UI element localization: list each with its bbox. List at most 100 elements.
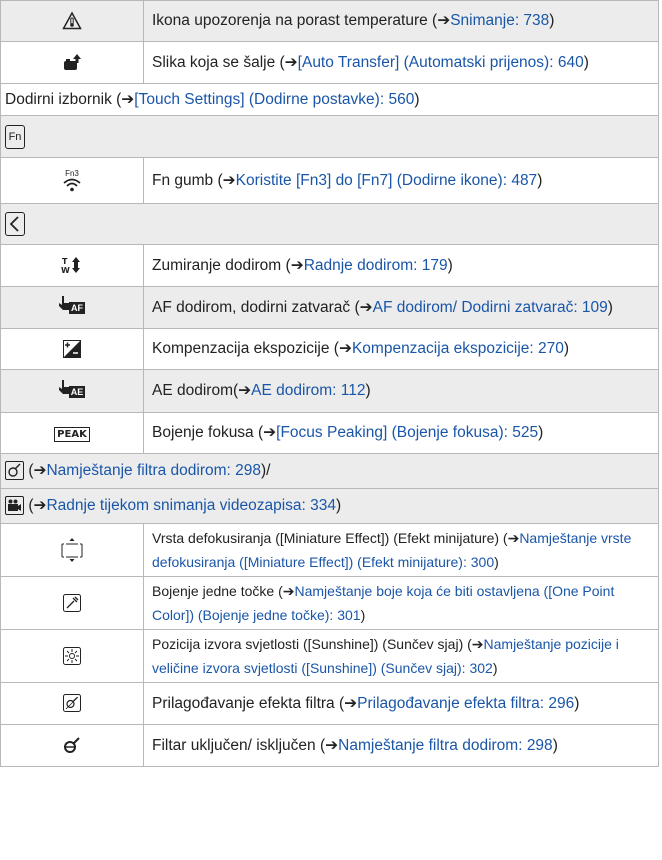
arrow-icon: ➔ [282,583,295,599]
section-text: Dodirni izbornik ( [5,90,122,108]
row-text: Bojenje jedne točke ( [152,583,283,599]
row-text: Kompenzacija ekspozicije ( [152,340,339,357]
description-cell: AE dodirom(➔AE dodirom: 112) [143,369,659,413]
icon-cell: PEAK [0,412,144,454]
row-text: Ikona upozorenja na porast temperature ( [152,12,438,29]
table-row: Kompenzacija ekspozicije (➔Kompenzacija … [0,328,659,370]
row-text-end: ) [537,171,543,189]
icon-cell: Fn3 [0,157,144,204]
page-link[interactable]: Namještanje filtra dodirom: 298 [46,462,261,479]
description-cell: Filtar uključen/ isključen (➔Namještanje… [143,724,659,767]
icon-cell [0,682,144,725]
row-text: Vrsta defokusiranja ([Miniature Effect])… [152,530,508,546]
page-link[interactable]: [Focus Peaking] (Bojenje fokusa): 525 [276,424,538,441]
ae-label: AE [68,385,86,398]
section-text-end: )/ [261,462,271,479]
table-row: Ikona upozorenja na porast temperature (… [0,0,659,42]
arrow-icon: ➔ [238,382,252,399]
description-cell: Prilagođavanje efekta filtra (➔Prilagođa… [143,682,659,725]
description-cell: AF dodirom, dodirni zatvarač (➔AF dodiro… [143,286,659,329]
touch-zoom-icon: T W [61,257,80,274]
manual-page: Ikona upozorenja na porast temperature (… [0,0,662,860]
section-header [0,203,659,245]
description-cell: Fn gumb (➔Koristite [Fn3] do [Fn7] (Dodi… [143,157,659,204]
section-header: (➔Namještanje filtra dodirom: 298)/ [0,453,659,489]
temperature-warning-icon [62,11,82,30]
row-text-end: ) [492,660,498,676]
row-text: Filtar uključen/ isključen ( [152,736,326,754]
section-header: Dodirni izbornik (➔[Touch Settings] (Dod… [0,83,659,116]
section-text-end: ) [335,497,342,514]
svg-text:T: T [62,257,68,266]
sunshine-icon [63,646,81,665]
icon-cell [0,724,144,767]
description-cell: Kompenzacija ekspozicije (➔Kompenzacija … [143,328,659,370]
defocus-type-icon [61,538,83,562]
table-row: AF AF dodirom, dodirni zatvarač (➔AF dod… [0,286,659,329]
fn-tab-icon: Fn [5,124,25,149]
table-row: Slika koja se šalje (➔[Auto Transfer] (A… [0,41,659,84]
filter-adjust-icon [63,694,81,713]
eyedropper-icon [63,593,81,612]
table-row: Prilagođavanje efekta filtra (➔Prilagođa… [0,682,659,725]
table-row: Pozicija izvora svjetlosti ([Sunshine]) … [0,629,659,683]
description-cell: Ikona upozorenja na porast temperature (… [143,0,659,42]
wifi-icon [63,178,81,192]
table-row: Fn3 Fn gumb (➔Koristite [Fn3] do [Fn7] (… [0,157,659,204]
arrow-icon: ➔ [359,298,373,316]
exposure-compensation-icon [63,339,81,358]
page-link[interactable]: Koristite [Fn3] do [Fn7] (Dodirne ikone)… [236,172,538,189]
arrow-icon: ➔ [263,424,277,441]
row-text-end: ) [447,256,453,274]
row-text-end: ) [549,12,555,29]
page-link[interactable]: Radnje tijekom snimanja videozapisa: 334 [46,497,336,514]
arrow-icon: ➔ [437,12,451,29]
description-cell: Slika koja se šalje (➔[Auto Transfer] (A… [143,41,659,84]
description-cell: Vrsta defokusiranja ([Miniature Effect])… [143,523,659,577]
finger-icon [58,379,69,394]
arrow-icon: ➔ [290,256,304,274]
row-text-end: ) [563,340,570,357]
row-text-end: ) [365,382,371,399]
fn3-label: Fn3 [65,169,79,178]
row-text-end: ) [552,736,558,754]
filter-tab-icon [5,461,24,481]
page-link[interactable]: Namještanje filtra dodirom: 298 [338,737,553,754]
row-text: Bojenje fokusa ( [152,424,264,441]
page-link[interactable]: Kompenzacija ekspozicije: 270 [352,340,564,357]
row-text: Fn gumb ( [152,171,223,189]
page-link[interactable]: [Touch Settings] (Dodirne postavke): 560 [134,91,414,108]
filter-icon [8,463,21,478]
description-cell: Zumiranje dodirom (➔Radnje dodirom: 179) [143,244,659,287]
section-text-end: ) [414,90,420,108]
page-link[interactable]: AF dodirom/ Dodirni zatvarač: 109 [373,299,608,316]
description-cell: Bojenje jedne točke (➔Namještanje boje k… [143,576,659,630]
video-camera-icon [8,499,21,512]
page-link[interactable]: Snimanje: 738 [450,12,549,29]
row-text-end: ) [360,607,366,623]
section-header: Fn [0,115,659,158]
arrow-icon: ➔ [338,340,352,357]
arrow-icon: ➔ [33,462,47,479]
icon-cell: AE [0,369,144,413]
touch-af-icon: AF [59,296,85,318]
af-label: AF [69,302,85,315]
section-header-cell: (➔Namještanje filtra dodirom: 298)/ [0,453,659,489]
icon-reference-table: Ikona upozorenja na porast temperature (… [0,0,659,767]
row-text: AE dodirom( [152,382,239,399]
page-link[interactable]: [Auto Transfer] (Automatski prijenos): 6… [298,54,584,71]
icon-cell [0,41,144,84]
table-row: Vrsta defokusiranja ([Miniature Effect])… [0,523,659,577]
icon-cell: AF [0,286,144,329]
row-text: Prilagođavanje efekta filtra ( [152,694,345,712]
row-text-end: ) [574,694,580,712]
icon-cell [0,523,144,577]
page-link[interactable]: Prilagođavanje efekta filtra: 296 [357,695,574,712]
arrow-icon: ➔ [471,636,484,652]
page-link[interactable]: AE dodirom: 112 [251,382,365,399]
row-text-end: ) [494,554,499,570]
table-row: AE AE dodirom(➔AE dodirom: 112) [0,369,659,413]
row-text: Zumiranje dodirom ( [152,256,291,274]
page-link[interactable]: Radnje dodirom: 179 [304,257,448,274]
row-text: Pozicija izvora svjetlosti ([Sunshine]) … [152,636,472,652]
